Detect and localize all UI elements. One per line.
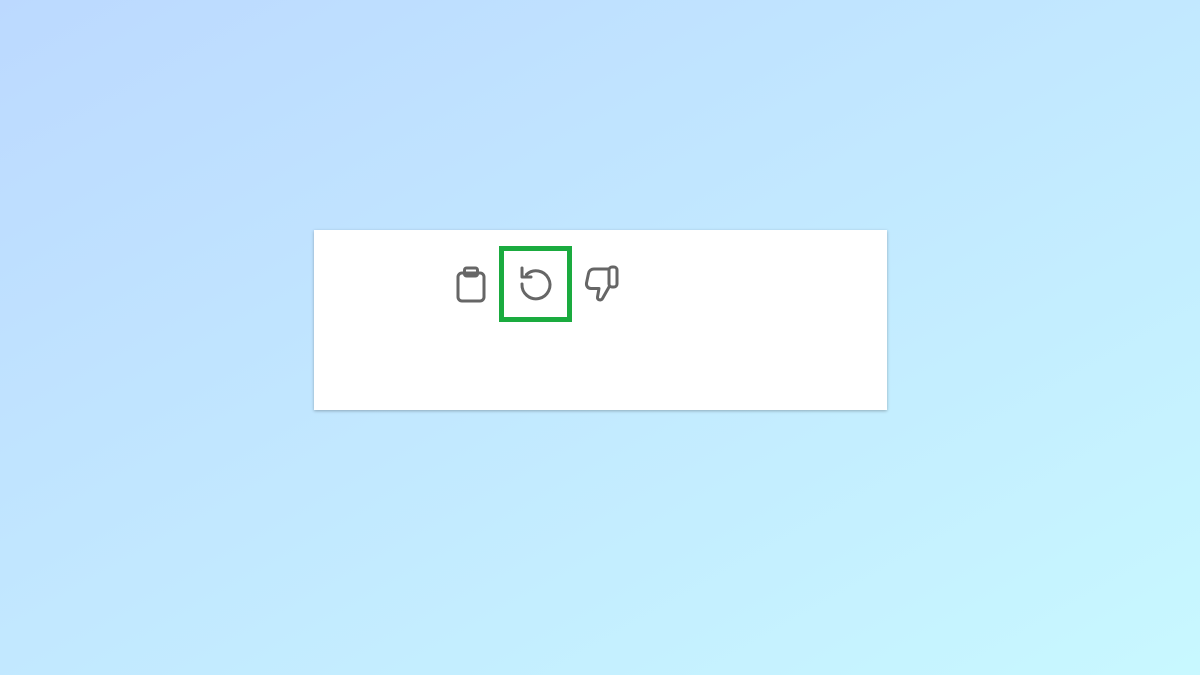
- retry-icon: [519, 266, 551, 301]
- thumbs-down-icon: [584, 265, 619, 302]
- copy-button[interactable]: [450, 263, 492, 305]
- dislike-button[interactable]: [581, 263, 623, 305]
- retry-highlight-frame: [499, 246, 572, 322]
- message-card: [314, 230, 887, 410]
- retry-button[interactable]: [515, 263, 557, 305]
- clipboard-icon: [456, 266, 486, 303]
- message-action-toolbar: [450, 246, 623, 322]
